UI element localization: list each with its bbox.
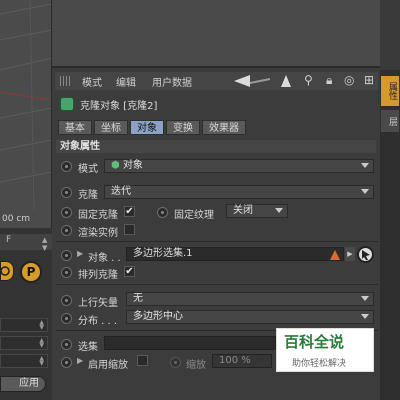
cloner-object-icon xyxy=(60,97,74,111)
distribution-value: 多边形中心 xyxy=(133,311,183,322)
tab-transform[interactable]: 变换 xyxy=(166,120,200,135)
selection-label: 选集 xyxy=(78,342,98,353)
link-menu-arrow-icon[interactable]: ▶ xyxy=(345,247,355,261)
expand-arrow-icon[interactable]: ▶ xyxy=(77,249,83,258)
fixed-clone-anim-radio[interactable] xyxy=(61,207,72,218)
fixed-clone-checkbox[interactable]: ✔ xyxy=(124,206,135,217)
left-lower-panel xyxy=(0,228,52,400)
pick-object-button[interactable] xyxy=(357,246,374,263)
selection-anim-radio[interactable] xyxy=(61,339,72,350)
fixed-clone-label: 固定克隆 xyxy=(78,210,118,221)
tab-basic[interactable]: 基本 xyxy=(58,120,92,135)
selection-link-field[interactable] xyxy=(104,336,276,350)
object-anim-radio[interactable] xyxy=(61,250,72,261)
distribution-dropdown[interactable]: 多边形中心 xyxy=(126,310,374,324)
mode-anim-radio[interactable] xyxy=(61,161,72,172)
chevron-down-icon xyxy=(361,314,369,319)
back-arrow-icon[interactable] xyxy=(234,74,274,88)
apply-button[interactable]: 应用 xyxy=(0,376,46,392)
enable-scale-checkbox[interactable] xyxy=(137,355,148,366)
clones-dropdown[interactable]: 迭代 xyxy=(104,185,374,199)
scale-label: 缩放 xyxy=(186,360,206,371)
p-keyframe-button[interactable]: P xyxy=(20,261,42,283)
chevron-down-icon xyxy=(361,296,369,301)
render-instances-checkbox[interactable] xyxy=(124,224,135,235)
up-vector-dropdown[interactable]: 无 xyxy=(126,292,374,306)
mode-dropdown[interactable]: ⬢ 对象 xyxy=(104,159,374,173)
search-icon[interactable]: ⚲ xyxy=(304,73,313,87)
chevron-down-icon xyxy=(361,163,369,168)
expand-arrow-icon[interactable]: ▶ xyxy=(77,356,83,365)
menu-mode[interactable]: 模式 xyxy=(82,74,102,89)
scale-anim-radio[interactable] xyxy=(170,357,181,368)
target-icon[interactable]: ◎ xyxy=(344,73,354,87)
viewport-unit-readout: 00 cm xyxy=(2,214,31,224)
arrange-clone-label: 排列克隆 xyxy=(78,270,118,281)
fixed-texture-dropdown[interactable]: 关闭 xyxy=(226,204,288,218)
enable-scale-label: 启用缩放 xyxy=(88,360,128,371)
enable-scale-anim-radio[interactable] xyxy=(61,357,72,368)
scale-field[interactable]: 100 % xyxy=(212,354,272,368)
render-instances-label: 渲染实例 xyxy=(78,228,118,239)
grip-handle-icon[interactable] xyxy=(60,76,72,86)
warning-triangle-icon xyxy=(330,250,340,260)
up-vector-label: 上行矢量 xyxy=(78,298,118,309)
up-arrow-icon[interactable] xyxy=(280,74,292,88)
object-title: 克隆对象 [克隆2] xyxy=(80,101,158,112)
tab-bar: 基本 坐标 对象 变换 效果器 xyxy=(58,120,248,135)
divider xyxy=(56,284,378,285)
mode-value: 对象 xyxy=(122,160,143,171)
clones-label: 克隆 xyxy=(78,190,98,201)
side-tab-attributes[interactable]: 属性 xyxy=(381,76,399,106)
tab-effectors[interactable]: 效果器 xyxy=(202,120,246,135)
chevron-down-icon xyxy=(275,208,283,213)
object-label: 对象 . . xyxy=(88,253,121,264)
fixed-texture-anim-radio[interactable] xyxy=(157,207,168,218)
distribution-label: 分布 . . . xyxy=(78,316,118,327)
mode-label: 模式 xyxy=(78,164,98,175)
menu-user-data[interactable]: 用户数据 xyxy=(152,74,192,89)
arrange-clone-checkbox[interactable]: ✔ xyxy=(124,266,135,277)
clones-value: 迭代 xyxy=(111,186,131,197)
tab-coord[interactable]: 坐标 xyxy=(94,120,128,135)
viewport-panel[interactable] xyxy=(0,0,52,228)
up-vector-value: 无 xyxy=(133,293,143,304)
spin-arrows-icon[interactable]: ▲ ▼ xyxy=(42,236,47,252)
top-viewport-panel xyxy=(52,0,380,68)
clones-anim-radio[interactable] xyxy=(61,187,72,198)
chevron-down-icon xyxy=(361,189,369,194)
tab-object[interactable]: 对象 xyxy=(130,120,164,135)
object-link-field[interactable]: 多边形选集.1 xyxy=(126,247,344,261)
left-field-2[interactable]: ▲ ▼ xyxy=(0,336,48,350)
object-value: 多边形选集.1 xyxy=(133,248,193,259)
refresh-icon xyxy=(0,266,10,276)
section-title: 对象属性 xyxy=(56,140,376,153)
left-field-3[interactable]: ▲ ▼ xyxy=(0,354,48,368)
left-field-1[interactable]: ▲ ▼ xyxy=(0,318,48,332)
fixed-texture-value: 关闭 xyxy=(233,205,253,216)
render-instances-anim-radio[interactable] xyxy=(61,225,72,236)
distribution-anim-radio[interactable] xyxy=(61,313,72,324)
watermark-brand: 百科全说 xyxy=(284,333,345,351)
cloner-small-icon: ⬢ xyxy=(111,160,120,171)
divider xyxy=(56,241,378,242)
side-tab-layers[interactable]: 层 xyxy=(381,110,399,132)
record-button[interactable] xyxy=(0,261,14,281)
fixed-texture-label: 固定纹理 xyxy=(174,210,214,221)
up-vector-anim-radio[interactable] xyxy=(61,295,72,306)
arrange-clone-anim-radio[interactable] xyxy=(61,267,72,278)
watermark-slogan: 助你轻松解决 xyxy=(292,359,347,369)
new-panel-icon[interactable]: ⊞ xyxy=(364,73,374,87)
timeline-frame-label: F xyxy=(6,235,12,245)
lock-icon[interactable]: 🔒︎ xyxy=(326,73,332,88)
viewport-grid xyxy=(0,0,51,210)
menu-edit[interactable]: 编辑 xyxy=(116,74,136,89)
scale-value: 100 % xyxy=(219,355,251,366)
cursor-icon xyxy=(362,250,370,260)
